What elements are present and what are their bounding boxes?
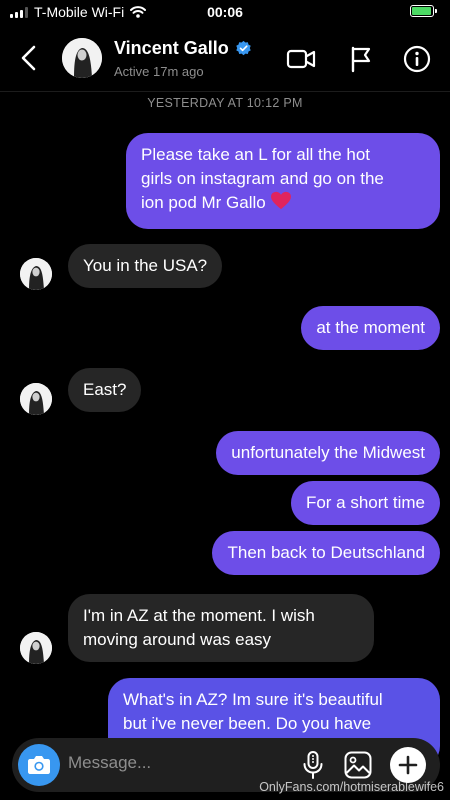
message-input[interactable]: Message... [68,753,151,773]
received-message[interactable]: I'm in AZ at the moment. I wish moving a… [68,594,374,662]
avatar[interactable] [20,383,52,415]
received-message[interactable]: You in the USA? [68,244,223,288]
message-line: I'm in AZ at the moment. I wish [83,606,315,625]
flag-icon[interactable] [346,45,376,73]
active-status: Active 17m ago [114,64,204,79]
conversation-header: Vincent Gallo Active 17m ago [0,26,450,92]
back-chevron-icon[interactable] [16,44,42,72]
avatar[interactable] [62,38,102,78]
message-line: at the moment [316,318,425,337]
message-line: but i've never been. Do you have [123,714,372,733]
video-call-icon[interactable] [286,45,316,73]
avatar[interactable] [20,258,52,290]
sent-message[interactable]: Please take an L for all the hot girls o… [126,133,440,229]
sent-message[interactable]: Then back to Deutschland [212,531,440,575]
message-line: moving around was easy [83,630,272,649]
sent-message[interactable]: unfortunately the Midwest [216,431,440,475]
message-line: You in the USA? [83,256,208,275]
avatar[interactable] [20,632,52,664]
plus-icon [398,755,418,775]
received-message[interactable]: East? [68,368,142,412]
message-line: girls on instagram and go on the [141,169,384,188]
message-line: Please take an L for all the hot [141,145,371,164]
battery-icon [410,5,437,17]
microphone-icon[interactable] [298,750,328,780]
contact-name-row[interactable]: Vincent Gallo [114,38,252,59]
gallery-icon[interactable] [343,750,373,780]
message-line: Then back to Deutschland [227,543,425,562]
status-time: 00:06 [207,4,243,20]
sent-message[interactable]: at the moment [301,306,440,350]
heart-emoji-icon [271,191,292,210]
message-line: For a short time [305,493,425,512]
message-line: East? [83,380,127,399]
watermark: OnlyFans.com/hotmiserablewife6 [259,780,444,794]
thread-timestamp: YESTERDAY AT 10:12 PM [147,96,303,110]
plus-button[interactable] [390,747,426,783]
message-line: unfortunately the Midwest [231,443,425,462]
message-line: What's in AZ? Im sure it's beautiful [123,690,383,709]
camera-icon [28,756,50,774]
battery-fill [412,7,431,15]
status-bar: T-Mobile Wi-Fi 00:06 [0,0,450,26]
message-line: ion pod Mr Gallo [141,193,266,212]
info-icon[interactable] [402,45,432,73]
contact-name[interactable]: Vincent Gallo [114,38,229,59]
camera-button[interactable] [18,744,60,786]
sent-message[interactable]: For a short time [290,481,440,525]
verified-badge-icon [235,40,251,56]
